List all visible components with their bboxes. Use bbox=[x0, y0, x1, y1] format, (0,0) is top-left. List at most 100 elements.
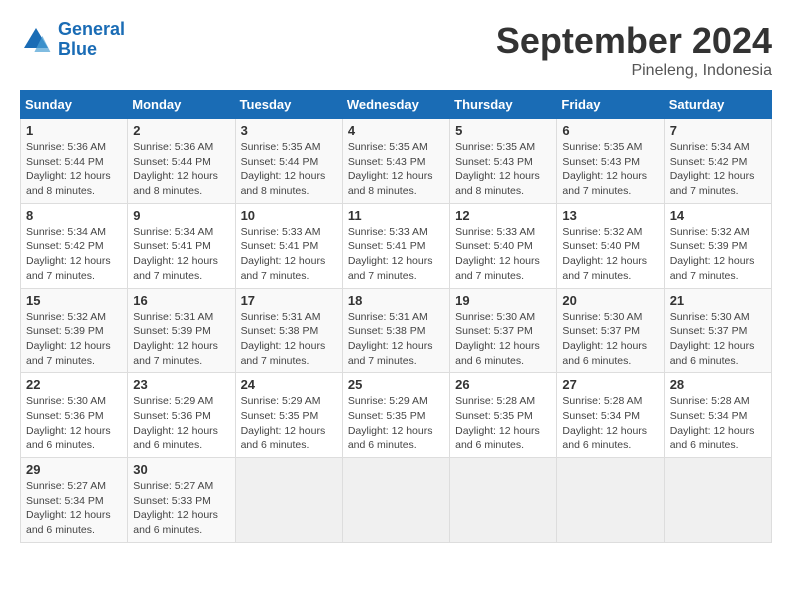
day-info: Sunrise: 5:31 AMSunset: 5:38 PMDaylight:… bbox=[241, 310, 337, 369]
day-number: 3 bbox=[241, 123, 337, 138]
day-number: 23 bbox=[133, 377, 229, 392]
day-number: 16 bbox=[133, 293, 229, 308]
calendar-cell bbox=[557, 458, 664, 543]
calendar-row: 1Sunrise: 5:36 AMSunset: 5:44 PMDaylight… bbox=[21, 119, 772, 204]
day-number: 20 bbox=[562, 293, 658, 308]
calendar-cell: 19 Sunrise: 5:30 AMSunset: 5:37 PMDayligh… bbox=[450, 288, 557, 373]
day-info: Sunrise: 5:33 AMSunset: 5:41 PMDaylight:… bbox=[241, 225, 337, 284]
day-number: 28 bbox=[670, 377, 766, 392]
calendar-cell: 18 Sunrise: 5:31 AMSunset: 5:38 PMDayligh… bbox=[342, 288, 449, 373]
calendar-cell: 24 Sunrise: 5:29 AMSunset: 5:35 PMDayligh… bbox=[235, 373, 342, 458]
calendar-cell bbox=[235, 458, 342, 543]
calendar-cell: 12Sunrise: 5:33 AMSunset: 5:40 PMDayligh… bbox=[450, 203, 557, 288]
logo-line2: Blue bbox=[58, 39, 97, 59]
calendar-cell: 2 Sunrise: 5:36 AMSunset: 5:44 PMDaylight… bbox=[128, 119, 235, 204]
day-info: Sunrise: 5:27 AMSunset: 5:33 PMDaylight:… bbox=[133, 479, 229, 538]
day-info: Sunrise: 5:36 AMSunset: 5:44 PMDaylight:… bbox=[26, 140, 122, 199]
location-subtitle: Pineleng, Indonesia bbox=[496, 62, 772, 80]
day-info: Sunrise: 5:30 AMSunset: 5:37 PMDaylight:… bbox=[670, 310, 766, 369]
page-header: General Blue September 2024 Pineleng, In… bbox=[20, 20, 772, 80]
day-info: Sunrise: 5:30 AMSunset: 5:37 PMDaylight:… bbox=[455, 310, 551, 369]
calendar-cell: 21 Sunrise: 5:30 AMSunset: 5:37 PMDayligh… bbox=[664, 288, 771, 373]
day-info: Sunrise: 5:32 AMSunset: 5:39 PMDaylight:… bbox=[670, 225, 766, 284]
logo-text: General Blue bbox=[58, 20, 125, 60]
calendar-cell: 9Sunrise: 5:34 AMSunset: 5:41 PMDaylight… bbox=[128, 203, 235, 288]
calendar-cell: 26Sunrise: 5:28 AMSunset: 5:35 PMDayligh… bbox=[450, 373, 557, 458]
day-info: Sunrise: 5:30 AMSunset: 5:37 PMDaylight:… bbox=[562, 310, 658, 369]
day-info: Sunrise: 5:33 AMSunset: 5:40 PMDaylight:… bbox=[455, 225, 551, 284]
day-number: 4 bbox=[348, 123, 444, 138]
col-sunday: Sunday bbox=[21, 91, 128, 119]
day-number: 11 bbox=[348, 208, 444, 223]
day-number: 29 bbox=[26, 462, 122, 477]
day-number: 8 bbox=[26, 208, 122, 223]
day-info: Sunrise: 5:28 AMSunset: 5:34 PMDaylight:… bbox=[562, 394, 658, 453]
day-number: 18 bbox=[348, 293, 444, 308]
calendar-cell: 17 Sunrise: 5:31 AMSunset: 5:38 PMDayligh… bbox=[235, 288, 342, 373]
day-info: Sunrise: 5:36 AMSunset: 5:44 PMDaylight:… bbox=[133, 140, 229, 199]
title-block: September 2024 Pineleng, Indonesia bbox=[496, 20, 772, 80]
calendar-cell: 16 Sunrise: 5:31 AMSunset: 5:39 PMDayligh… bbox=[128, 288, 235, 373]
day-number: 10 bbox=[241, 208, 337, 223]
calendar-row: 22Sunrise: 5:30 AMSunset: 5:36 PMDayligh… bbox=[21, 373, 772, 458]
calendar-cell: 25Sunrise: 5:29 AMSunset: 5:35 PMDayligh… bbox=[342, 373, 449, 458]
header-row: Sunday Monday Tuesday Wednesday Thursday… bbox=[21, 91, 772, 119]
day-number: 24 bbox=[241, 377, 337, 392]
day-number: 26 bbox=[455, 377, 551, 392]
calendar-cell: 7 Sunrise: 5:34 AMSunset: 5:42 PMDaylight… bbox=[664, 119, 771, 204]
day-number: 17 bbox=[241, 293, 337, 308]
month-title: September 2024 bbox=[496, 20, 772, 62]
day-number: 9 bbox=[133, 208, 229, 223]
day-info: Sunrise: 5:28 AMSunset: 5:34 PMDaylight:… bbox=[670, 394, 766, 453]
day-info: Sunrise: 5:29 AMSunset: 5:35 PMDaylight:… bbox=[241, 394, 337, 453]
day-number: 19 bbox=[455, 293, 551, 308]
logo-icon bbox=[20, 24, 52, 56]
calendar-row: 8Sunrise: 5:34 AMSunset: 5:42 PMDaylight… bbox=[21, 203, 772, 288]
col-monday: Monday bbox=[128, 91, 235, 119]
day-number: 14 bbox=[670, 208, 766, 223]
day-info: Sunrise: 5:35 AMSunset: 5:43 PMDaylight:… bbox=[348, 140, 444, 199]
day-info: Sunrise: 5:29 AMSunset: 5:36 PMDaylight:… bbox=[133, 394, 229, 453]
day-number: 7 bbox=[670, 123, 766, 138]
calendar-cell: 23 Sunrise: 5:29 AMSunset: 5:36 PMDayligh… bbox=[128, 373, 235, 458]
col-wednesday: Wednesday bbox=[342, 91, 449, 119]
calendar-cell: 6Sunrise: 5:35 AMSunset: 5:43 PMDaylight… bbox=[557, 119, 664, 204]
day-number: 13 bbox=[562, 208, 658, 223]
calendar-cell: 30 Sunrise: 5:27 AMSunset: 5:33 PMDayligh… bbox=[128, 458, 235, 543]
day-info: Sunrise: 5:35 AMSunset: 5:44 PMDaylight:… bbox=[241, 140, 337, 199]
calendar-cell: 1Sunrise: 5:36 AMSunset: 5:44 PMDaylight… bbox=[21, 119, 128, 204]
calendar-cell: 8Sunrise: 5:34 AMSunset: 5:42 PMDaylight… bbox=[21, 203, 128, 288]
day-number: 5 bbox=[455, 123, 551, 138]
calendar-cell: 27 Sunrise: 5:28 AMSunset: 5:34 PMDayligh… bbox=[557, 373, 664, 458]
day-number: 22 bbox=[26, 377, 122, 392]
calendar-cell bbox=[450, 458, 557, 543]
day-info: Sunrise: 5:27 AMSunset: 5:34 PMDaylight:… bbox=[26, 479, 122, 538]
day-number: 6 bbox=[562, 123, 658, 138]
day-info: Sunrise: 5:35 AMSunset: 5:43 PMDaylight:… bbox=[455, 140, 551, 199]
calendar-cell: 11 Sunrise: 5:33 AMSunset: 5:41 PMDayligh… bbox=[342, 203, 449, 288]
day-info: Sunrise: 5:31 AMSunset: 5:39 PMDaylight:… bbox=[133, 310, 229, 369]
calendar-cell: 3 Sunrise: 5:35 AMSunset: 5:44 PMDaylight… bbox=[235, 119, 342, 204]
calendar-row: 15 Sunrise: 5:32 AMSunset: 5:39 PMDayligh… bbox=[21, 288, 772, 373]
logo: General Blue bbox=[20, 20, 125, 60]
calendar-cell: 22Sunrise: 5:30 AMSunset: 5:36 PMDayligh… bbox=[21, 373, 128, 458]
day-info: Sunrise: 5:33 AMSunset: 5:41 PMDaylight:… bbox=[348, 225, 444, 284]
day-info: Sunrise: 5:32 AMSunset: 5:40 PMDaylight:… bbox=[562, 225, 658, 284]
day-info: Sunrise: 5:29 AMSunset: 5:35 PMDaylight:… bbox=[348, 394, 444, 453]
logo-line1: General bbox=[58, 19, 125, 39]
col-saturday: Saturday bbox=[664, 91, 771, 119]
day-number: 21 bbox=[670, 293, 766, 308]
col-friday: Friday bbox=[557, 91, 664, 119]
day-info: Sunrise: 5:32 AMSunset: 5:39 PMDaylight:… bbox=[26, 310, 122, 369]
calendar-cell: 20 Sunrise: 5:30 AMSunset: 5:37 PMDayligh… bbox=[557, 288, 664, 373]
calendar-cell bbox=[342, 458, 449, 543]
day-number: 27 bbox=[562, 377, 658, 392]
calendar-cell: 15 Sunrise: 5:32 AMSunset: 5:39 PMDayligh… bbox=[21, 288, 128, 373]
day-number: 2 bbox=[133, 123, 229, 138]
day-number: 30 bbox=[133, 462, 229, 477]
calendar-cell: 4 Sunrise: 5:35 AMSunset: 5:43 PMDaylight… bbox=[342, 119, 449, 204]
day-info: Sunrise: 5:31 AMSunset: 5:38 PMDaylight:… bbox=[348, 310, 444, 369]
day-info: Sunrise: 5:34 AMSunset: 5:42 PMDaylight:… bbox=[670, 140, 766, 199]
calendar-cell: 14 Sunrise: 5:32 AMSunset: 5:39 PMDayligh… bbox=[664, 203, 771, 288]
day-number: 15 bbox=[26, 293, 122, 308]
